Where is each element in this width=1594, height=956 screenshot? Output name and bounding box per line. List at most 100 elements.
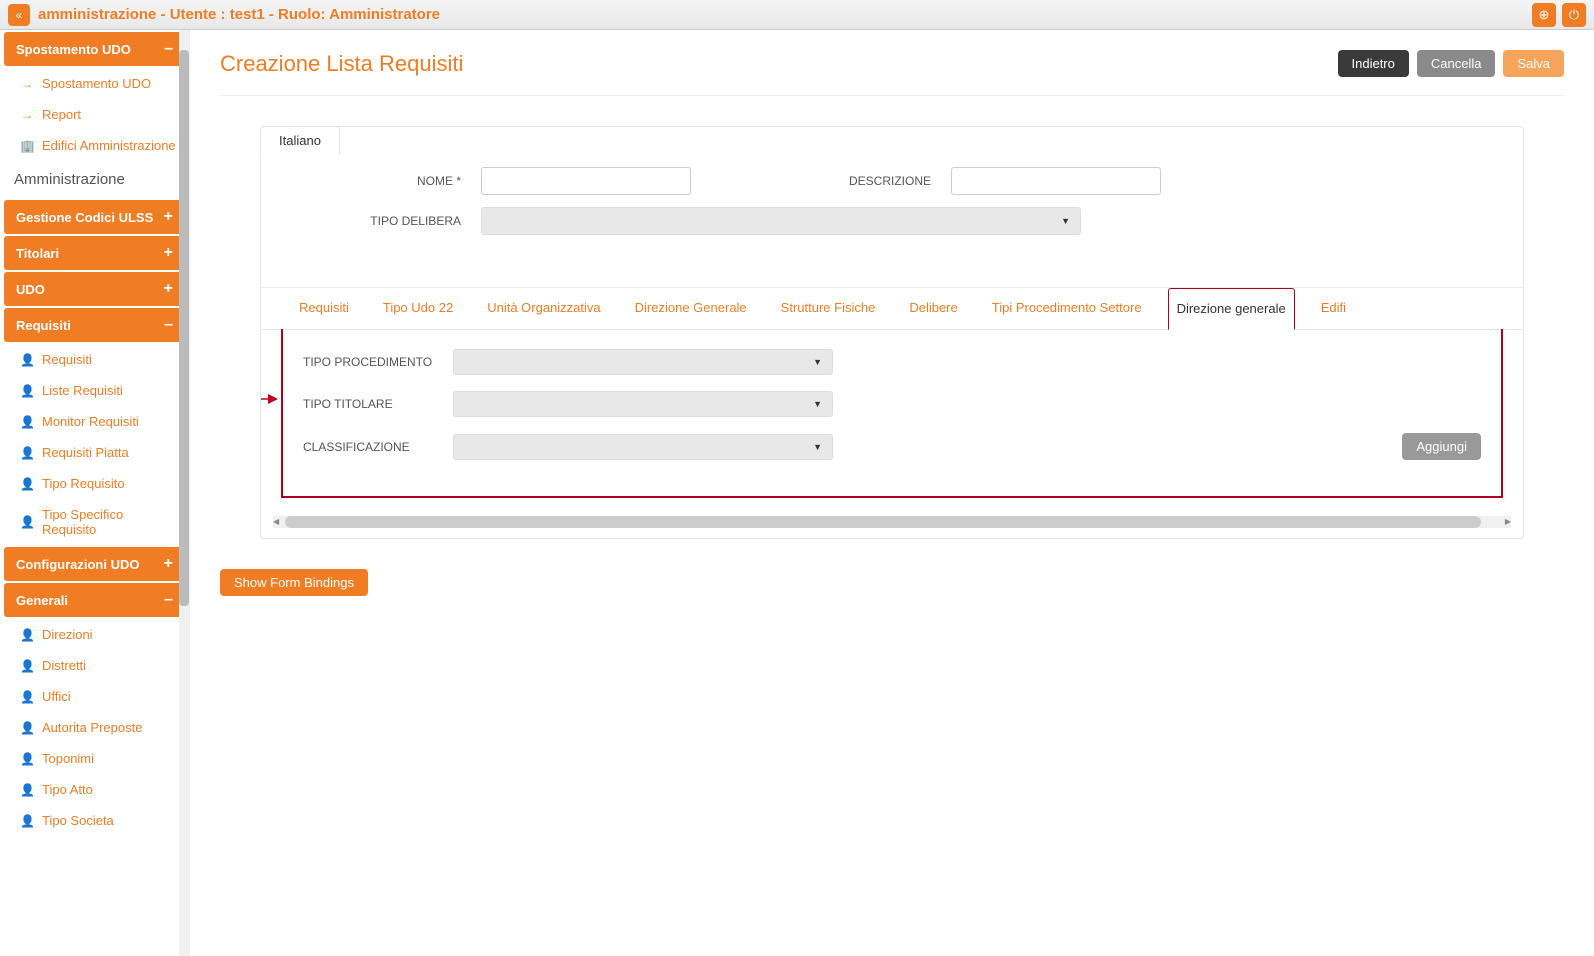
cancel-button[interactable]: Cancella	[1417, 50, 1496, 77]
tipo-delibera-label: TIPO DELIBERA	[301, 214, 461, 228]
sidebar-item[interactable]: 👤 Requisiti	[0, 344, 189, 375]
sidebar-group-label: Requisiti	[16, 318, 71, 333]
sidebar-item[interactable]: 👤Liste Requisiti	[0, 375, 189, 406]
sidebar-group-header[interactable]: Requisiti –	[4, 308, 185, 342]
user-icon: 👤	[20, 783, 34, 797]
user-icon: 👤	[20, 446, 34, 460]
user-icon: 👤	[20, 814, 34, 828]
sidebar-group-label: UDO	[16, 282, 45, 297]
tab[interactable]: Tipo Udo 22	[375, 288, 461, 329]
sidebar-item-label: Tipo Specifico Requisito	[42, 507, 177, 537]
sidebar-item[interactable]: → Report	[0, 99, 189, 130]
sidebar-item[interactable]: 🏢Edifici Amministrazione	[0, 130, 189, 161]
tab[interactable]: Tipi Procedimento Settore	[984, 288, 1150, 329]
annotation-arrow-icon	[261, 389, 278, 412]
sidebar-item[interactable]: 👤 Toponimi	[0, 743, 189, 774]
sidebar-item-label: Liste Requisiti	[42, 383, 123, 398]
nome-input[interactable]	[481, 167, 691, 195]
tipo-procedimento-label: TIPO PROCEDIMENTO	[303, 355, 453, 369]
sidebar-item-label: Direzioni	[42, 627, 93, 642]
descrizione-input[interactable]	[951, 167, 1161, 195]
sidebar-group-header[interactable]: Gestione Codici ULSS+	[4, 200, 185, 234]
tab[interactable]: Unità Organizzativa	[479, 288, 608, 329]
toggle-icon: –	[164, 316, 173, 334]
toggle-icon: +	[164, 244, 173, 262]
save-button[interactable]: Salva	[1503, 50, 1564, 77]
user-icon: 👤	[20, 415, 34, 429]
tipo-procedimento-select[interactable]	[453, 349, 833, 375]
sidebar-group-header[interactable]: Generali–	[4, 583, 185, 617]
horizontal-scrollbar[interactable]	[273, 516, 1511, 528]
sidebar-item-label: Requisiti	[42, 352, 92, 367]
user-icon: 👤	[20, 721, 34, 735]
sidebar-item[interactable]: 👤 Tipo Specifico Requisito	[0, 499, 189, 545]
toggle-icon: +	[164, 555, 173, 573]
tabs: Requisiti Tipo Udo 22 Unità Organizzativa D…	[261, 288, 1523, 330]
language-tab[interactable]: Italiano	[260, 126, 340, 155]
sidebar-item[interactable]: →Spostamento UDO	[0, 68, 189, 99]
globe-icon[interactable]: ⊕	[1532, 3, 1556, 27]
sidebar-item-label: Tipo Atto	[42, 782, 93, 797]
user-icon: 👤	[20, 752, 34, 766]
sidebar-item-label: Autorita Preposte	[42, 720, 142, 735]
tab[interactable]: Direzione generale	[1168, 288, 1295, 330]
sidebar-group-header[interactable]: Spostamento UDO –	[4, 32, 185, 66]
toggle-icon: –	[164, 40, 173, 58]
aggiungi-button[interactable]: Aggiungi	[1402, 433, 1481, 460]
sidebar-group-header[interactable]: Titolari +	[4, 236, 185, 270]
sidebar-item-label: Tipo Requisito	[42, 476, 125, 491]
user-icon: 👤	[20, 353, 34, 367]
classificazione-select[interactable]	[453, 434, 833, 460]
user-icon: 👤	[20, 659, 34, 673]
sidebar-item[interactable]: 👤Tipo Requisito	[0, 468, 189, 499]
power-icon[interactable]: ⏻	[1562, 3, 1586, 27]
arrow-icon: →	[20, 108, 34, 122]
sidebar-item-label: Toponimi	[42, 751, 94, 766]
form-card: Italiano NOME * DESCRIZIONE TIPO DELIBER…	[260, 126, 1524, 539]
user-icon: 👤	[20, 628, 34, 642]
sidebar-group-label: Titolari	[16, 246, 59, 261]
sidebar-item-label: Monitor Requisiti	[42, 414, 139, 429]
sidebar-section-title: Amministrazione	[0, 161, 189, 198]
sidebar-item[interactable]: 👤Tipo Societa	[0, 805, 189, 836]
user-icon: 👤	[20, 690, 34, 704]
tipo-delibera-select[interactable]	[481, 207, 1081, 235]
sidebar-item[interactable]: 👤 Uffici	[0, 681, 189, 712]
toggle-icon: +	[164, 280, 173, 298]
sidebar-item[interactable]: 👤 Autorita Preposte	[0, 712, 189, 743]
tab[interactable]: Delibere	[901, 288, 965, 329]
sidebar-group-header[interactable]: Configurazioni UDO +	[4, 547, 185, 581]
sidebar-collapse-button[interactable]: «	[8, 4, 30, 26]
toggle-icon: –	[164, 591, 173, 609]
toggle-icon: +	[164, 208, 173, 226]
user-icon: 👤	[20, 515, 34, 529]
sidebar-item[interactable]: 👤 Requisiti Piatta	[0, 437, 189, 468]
sidebar-item[interactable]: 👤 Distretti	[0, 650, 189, 681]
page-title: Creazione Lista Requisiti	[220, 51, 463, 77]
sidebar-item-label: Report	[42, 107, 81, 122]
sidebar-item-label: Edifici Amministrazione	[42, 138, 176, 153]
sidebar-group-label: Configurazioni UDO	[16, 557, 140, 572]
main-content: Creazione Lista Requisiti Indietro Cance…	[190, 30, 1594, 956]
classificazione-label: CLASSIFICAZIONE	[303, 440, 453, 454]
tipo-titolare-select[interactable]	[453, 391, 833, 417]
sidebar-item[interactable]: 👤 Direzioni	[0, 619, 189, 650]
tab[interactable]: Strutture Fisiche	[773, 288, 884, 329]
topbar: « amministrazione - Utente : test1 - Ruo…	[0, 0, 1594, 30]
sidebar-scrollbar[interactable]	[179, 30, 189, 956]
sidebar-group-label: Spostamento UDO	[16, 42, 131, 57]
sidebar-item-label: Distretti	[42, 658, 86, 673]
tab-panel-direzione-generale: TIPO PROCEDIMENTO TIPO TITOLARE CLASSIFI…	[281, 329, 1503, 498]
sidebar: Spostamento UDO – →Spostamento UDO → Report 🏢…	[0, 30, 190, 956]
sidebar-group-header[interactable]: UDO +	[4, 272, 185, 306]
sidebar-item[interactable]: 👤 Monitor Requisiti	[0, 406, 189, 437]
show-form-bindings-button[interactable]: Show Form Bindings	[220, 569, 368, 596]
sidebar-item[interactable]: 👤 Tipo Atto	[0, 774, 189, 805]
nome-label: NOME *	[301, 174, 461, 188]
sidebar-item-label: Requisiti Piatta	[42, 445, 129, 460]
tab[interactable]: Requisiti	[291, 288, 357, 329]
back-button[interactable]: Indietro	[1338, 50, 1409, 77]
tab[interactable]: Direzione Generale	[627, 288, 755, 329]
sidebar-item-label: Uffici	[42, 689, 71, 704]
tab[interactable]: Edifi	[1313, 288, 1354, 329]
